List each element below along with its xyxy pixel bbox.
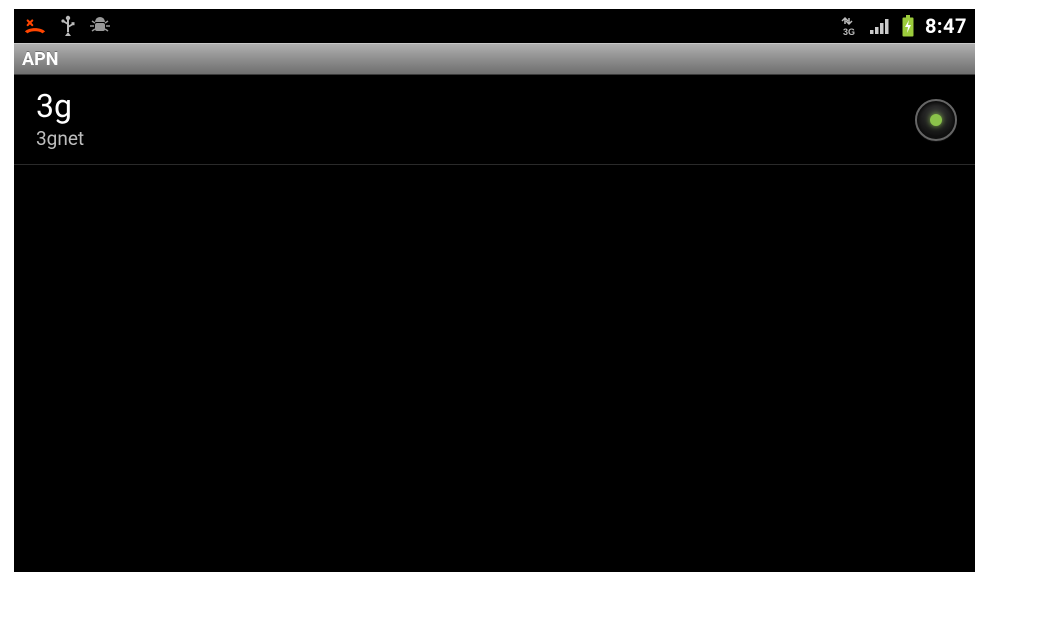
apn-item-name: 3g xyxy=(36,89,84,124)
svg-text:3G: 3G xyxy=(843,27,855,36)
title-bar: APN xyxy=(14,43,975,75)
radio-selected-icon xyxy=(930,114,942,126)
apn-radio-button[interactable] xyxy=(915,99,957,141)
network-3g-icon: 3G xyxy=(839,16,859,36)
signal-icon xyxy=(869,17,891,35)
apn-list: 3g 3gnet xyxy=(14,75,975,165)
page-title: APN xyxy=(22,49,58,70)
status-bar-right: 3G 8:47 xyxy=(839,14,967,38)
status-bar-left xyxy=(22,15,110,37)
battery-charging-icon xyxy=(901,15,915,37)
status-time: 8:47 xyxy=(925,14,967,38)
device-screen: 3G 8:47 APN xyxy=(14,9,975,572)
status-bar[interactable]: 3G 8:47 xyxy=(14,9,975,43)
apn-list-item[interactable]: 3g 3gnet xyxy=(14,75,975,165)
android-debug-icon xyxy=(90,16,110,36)
apn-item-texts: 3g 3gnet xyxy=(36,89,84,151)
usb-icon xyxy=(60,15,76,37)
missed-call-icon xyxy=(24,17,46,35)
apn-item-apn: 3gnet xyxy=(36,128,84,151)
